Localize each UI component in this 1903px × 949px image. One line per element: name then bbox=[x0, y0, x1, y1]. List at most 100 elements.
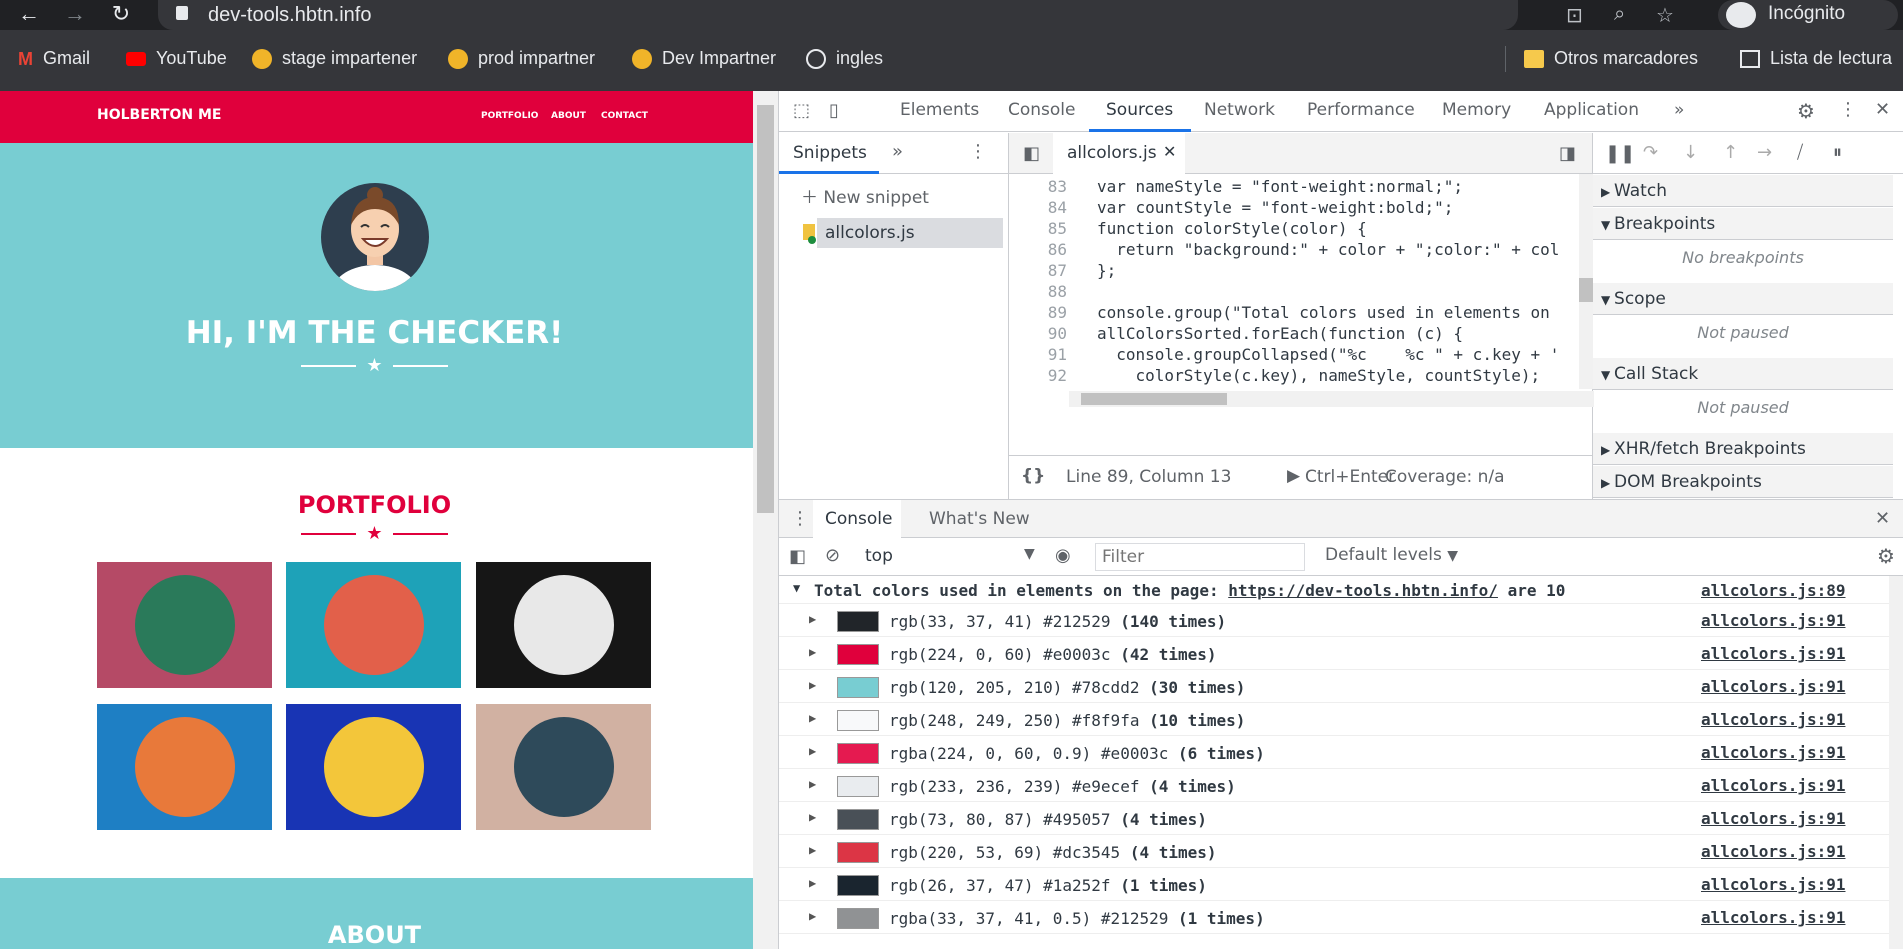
console-row[interactable]: ▶ rgb(26, 37, 47) #1a252f (1 times) allcol… bbox=[779, 868, 1889, 901]
close-icon[interactable]: ✕ bbox=[1875, 99, 1890, 120]
line-number[interactable]: 84 bbox=[1009, 198, 1067, 217]
translate-icon[interactable]: ⊡ bbox=[1566, 3, 1583, 28]
pause-icon[interactable]: ❚❚ bbox=[1605, 143, 1635, 164]
tab-network[interactable]: Network bbox=[1204, 100, 1275, 120]
source-link[interactable]: allcolors.js:91 bbox=[1701, 908, 1846, 927]
console-row[interactable]: ▶ rgb(73, 80, 87) #495057 (4 times) allcol… bbox=[779, 802, 1889, 835]
line-number[interactable]: 90 bbox=[1009, 324, 1067, 343]
reading-list[interactable]: Lista de lectura bbox=[1740, 48, 1892, 69]
tab-elements[interactable]: Elements bbox=[900, 100, 979, 120]
bookmark-ingles[interactable]: ingles bbox=[806, 48, 883, 70]
source-link[interactable]: allcolors.js:91 bbox=[1701, 677, 1846, 696]
more-tabs-icon[interactable]: » bbox=[892, 141, 903, 162]
collapsed-triangle-icon[interactable]: ▶ bbox=[809, 810, 816, 824]
device-toolbar-icon[interactable]: ▯ bbox=[829, 100, 839, 121]
context-selector[interactable]: top ▼ bbox=[861, 542, 1041, 570]
source-link[interactable]: allcolors.js:91 bbox=[1701, 809, 1846, 828]
source-link[interactable]: allcolors.js:89 bbox=[1701, 581, 1846, 600]
more-menu-icon[interactable]: ⋮ bbox=[1839, 99, 1857, 120]
collapsed-triangle-icon[interactable]: ▶ bbox=[809, 744, 816, 758]
console-scrollbar[interactable] bbox=[1889, 576, 1903, 949]
more-menu-icon[interactable]: ⋮ bbox=[969, 141, 987, 162]
back-arrow-icon[interactable]: ← bbox=[14, 0, 44, 30]
clear-console-icon[interactable]: ⊘ bbox=[825, 545, 840, 566]
step-out-icon[interactable]: ↑ bbox=[1723, 142, 1738, 163]
pause-on-exceptions-icon[interactable]: ⏸ bbox=[1833, 142, 1842, 163]
zoom-icon[interactable]: ⌕ bbox=[1614, 3, 1625, 26]
console-row[interactable]: ▶ rgb(248, 249, 250) #f8f9fa (10 times) al… bbox=[779, 703, 1889, 736]
step-into-icon[interactable]: ↓ bbox=[1683, 142, 1698, 163]
code-line[interactable]: 93 c.value.nodes.forEach(function (node)… bbox=[1009, 387, 1579, 389]
tab-performance[interactable]: Performance bbox=[1307, 100, 1415, 120]
code-line[interactable]: 83 var nameStyle = "font-weight:normal;"; bbox=[1009, 177, 1579, 198]
nav-link-portfolio[interactable]: PORTFOLIO bbox=[481, 111, 538, 121]
portfolio-item-submarine[interactable] bbox=[476, 704, 651, 830]
console-row[interactable]: ▶ rgb(224, 0, 60) #e0003c (42 times) allco… bbox=[779, 637, 1889, 670]
debug-section-header[interactable]: ▶ DOM Breakpoints bbox=[1593, 466, 1893, 498]
line-number[interactable]: 92 bbox=[1009, 366, 1067, 385]
tab-application[interactable]: Application bbox=[1544, 100, 1639, 120]
incognito-badge[interactable]: Incógnito bbox=[1718, 0, 1898, 30]
code-line[interactable]: 88 bbox=[1009, 282, 1579, 303]
line-number[interactable]: 91 bbox=[1009, 345, 1067, 364]
page-scrollbar-thumb[interactable] bbox=[757, 105, 774, 513]
editor-tab[interactable]: allcolors.js ✕ bbox=[1053, 133, 1185, 174]
code-horizontal-scrollbar[interactable] bbox=[1069, 391, 1594, 407]
debug-section-header[interactable]: ▼ Breakpoints bbox=[1593, 208, 1893, 240]
code-line[interactable]: 89 console.group("Total colors used in el… bbox=[1009, 303, 1579, 324]
source-link[interactable]: allcolors.js:91 bbox=[1701, 611, 1846, 630]
inspect-icon[interactable]: ⬚ bbox=[793, 100, 810, 121]
star-icon[interactable]: ☆ bbox=[1656, 3, 1674, 28]
debug-section-header[interactable]: ▶ XHR/fetch Breakpoints bbox=[1593, 433, 1893, 465]
console-group-header[interactable]: ▼ Total colors used in elements on the p… bbox=[779, 576, 1889, 604]
code-vscroll-thumb[interactable] bbox=[1579, 278, 1593, 302]
debug-section-header[interactable]: ▶ Watch bbox=[1593, 175, 1893, 207]
line-number[interactable]: 93 bbox=[1009, 387, 1067, 389]
bookmark-youtube[interactable]: YouTube bbox=[126, 48, 227, 69]
bookmark-stage-impartener[interactable]: stage impartener bbox=[252, 48, 417, 70]
console-row[interactable]: ▶ rgb(33, 37, 41) #212529 (140 times) allc… bbox=[779, 604, 1889, 637]
tab-console[interactable]: Console bbox=[1008, 100, 1076, 120]
tab-memory[interactable]: Memory bbox=[1442, 100, 1511, 120]
step-over-icon[interactable]: ↷ bbox=[1643, 142, 1658, 163]
debug-section-header[interactable]: ▼ Scope bbox=[1593, 283, 1893, 315]
code-line[interactable]: 85 function colorStyle(color) { bbox=[1009, 219, 1579, 240]
collapsed-triangle-icon[interactable]: ▶ bbox=[809, 876, 816, 890]
step-icon[interactable]: → bbox=[1757, 142, 1772, 163]
source-link[interactable]: allcolors.js:91 bbox=[1701, 710, 1846, 729]
deactivate-breakpoints-icon[interactable]: ⧸ bbox=[1797, 142, 1803, 163]
bookmark-prod-impartner[interactable]: prod impartner bbox=[448, 48, 595, 70]
source-link[interactable]: allcolors.js:91 bbox=[1701, 743, 1846, 762]
source-link[interactable]: allcolors.js:91 bbox=[1701, 776, 1846, 795]
code-line[interactable]: 86 return "background:" + color + ";colo… bbox=[1009, 240, 1579, 261]
tab-snippets[interactable]: Snippets bbox=[793, 143, 867, 163]
collapsed-triangle-icon[interactable]: ▶ bbox=[809, 678, 816, 692]
code-vertical-scrollbar[interactable] bbox=[1579, 174, 1593, 389]
code-line[interactable]: 87}; bbox=[1009, 261, 1579, 282]
tab-sources[interactable]: Sources bbox=[1106, 100, 1173, 120]
eye-icon[interactable]: ◉ bbox=[1055, 545, 1071, 566]
collapsed-triangle-icon[interactable]: ▶ bbox=[809, 645, 816, 659]
code-line[interactable]: 84 var countStyle = "font-weight:bold;"; bbox=[1009, 198, 1579, 219]
group-header-link[interactable]: https://dev-tools.hbtn.info/ bbox=[1228, 581, 1498, 600]
bookmark-gmail[interactable]: M Gmail bbox=[18, 48, 90, 70]
debug-section-header[interactable]: ▼ Call Stack bbox=[1593, 358, 1893, 390]
close-drawer-icon[interactable]: ✕ bbox=[1875, 508, 1890, 529]
portfolio-item-cake[interactable] bbox=[286, 562, 461, 688]
portfolio-item-game[interactable] bbox=[97, 704, 272, 830]
collapsed-triangle-icon[interactable]: ▶ bbox=[809, 711, 816, 725]
source-link[interactable]: allcolors.js:91 bbox=[1701, 842, 1846, 861]
run-icon[interactable]: ▶ bbox=[1287, 466, 1300, 486]
console-row[interactable]: ▶ rgba(224, 0, 60, 0.9) #e0003c (6 times)… bbox=[779, 736, 1889, 769]
gear-icon[interactable]: ⚙ bbox=[1797, 99, 1815, 123]
drawer-tab-whats-new[interactable]: What's New bbox=[929, 509, 1030, 529]
more-tabs-icon[interactable]: » bbox=[1674, 100, 1684, 120]
line-number[interactable]: 87 bbox=[1009, 261, 1067, 280]
close-tab-icon[interactable]: ✕ bbox=[1163, 142, 1176, 161]
collapsed-triangle-icon[interactable]: ▶ bbox=[809, 612, 816, 626]
line-number[interactable]: 86 bbox=[1009, 240, 1067, 259]
nav-link-contact[interactable]: CONTACT bbox=[601, 111, 648, 121]
code-hscroll-thumb[interactable] bbox=[1081, 393, 1227, 405]
drawer-menu-icon[interactable]: ⋮ bbox=[791, 508, 809, 529]
collapsed-triangle-icon[interactable]: ▶ bbox=[809, 843, 816, 857]
